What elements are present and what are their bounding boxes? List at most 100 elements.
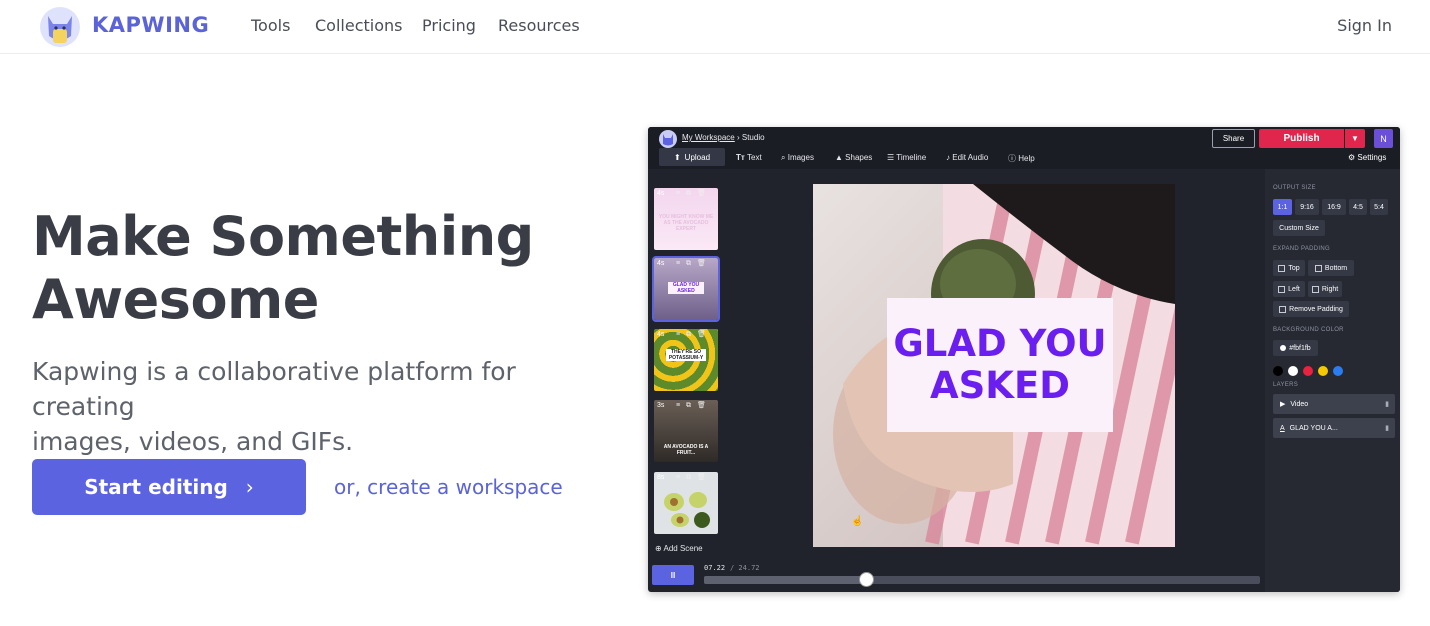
padding-top-checkbox[interactable]: Top <box>1273 260 1305 276</box>
help-icon: ⓘ <box>1008 154 1016 163</box>
layer-item-video[interactable]: ▶ Video ▮ <box>1273 394 1395 414</box>
sign-in-link[interactable]: Sign In <box>1337 16 1392 35</box>
caption-text-box[interactable]: GLAD YOU ASKED <box>887 298 1113 432</box>
music-icon: ♪ <box>946 153 950 162</box>
color-swatch-blue[interactable] <box>1333 366 1343 376</box>
tool-label: Shapes <box>845 153 873 162</box>
start-editing-label: Start editing <box>84 475 228 499</box>
tool-text[interactable]: Tт Text <box>736 153 762 162</box>
nav-link-tools[interactable]: Tools <box>251 16 290 35</box>
scene-actions-icon[interactable]: ≡ ⧉ 🗑 <box>676 473 708 482</box>
text-icon: Tт <box>736 153 745 162</box>
size-option-9-16[interactable]: 9:16 <box>1295 199 1319 215</box>
tool-label: Text <box>747 153 762 162</box>
scene-actions-icon[interactable]: ≡ ⧉ 🗑 <box>676 259 708 268</box>
upload-button[interactable]: ⬆ Upload <box>659 148 725 166</box>
search-icon: ⌕ <box>781 153 786 162</box>
nav-link-collections[interactable]: Collections <box>315 16 402 35</box>
layer-label: Video <box>1290 400 1309 408</box>
publish-button[interactable]: Publish <box>1259 129 1344 148</box>
checkbox-label: Remove Padding <box>1289 305 1343 313</box>
tool-edit-audio[interactable]: ♪ Edit Audio <box>946 153 988 162</box>
scene-duration: 4s <box>657 190 665 197</box>
scene-actions-icon[interactable]: ≡ ⧉ 🗑 <box>676 189 708 198</box>
share-button[interactable]: Share <box>1212 129 1255 148</box>
nav-link-pricing[interactable]: Pricing <box>422 16 476 35</box>
start-editing-button[interactable]: Start editing › <box>32 459 306 515</box>
upload-icon: ⬆ <box>673 152 681 162</box>
background-color-heading: BACKGROUND COLOR <box>1273 327 1344 333</box>
create-workspace-link[interactable]: or, create a workspace <box>334 475 563 499</box>
upload-label: Upload <box>684 152 711 162</box>
scene-duration: 4s <box>657 260 665 267</box>
size-option-1-1[interactable]: 1:1 <box>1273 199 1292 215</box>
add-scene-button[interactable]: ⊕ Add Scene <box>655 544 703 553</box>
size-option-5-4[interactable]: 5:4 <box>1370 199 1388 215</box>
trash-icon[interactable]: ▮ <box>1385 424 1389 432</box>
text-layer-icon: A <box>1280 424 1285 432</box>
hero-subtitle-line: Kapwing is a collaborative platform for … <box>32 357 516 421</box>
caption-line: GLAD YOU <box>893 322 1107 365</box>
trash-icon[interactable]: ▮ <box>1385 400 1389 408</box>
size-option-16-9[interactable]: 16:9 <box>1322 199 1346 215</box>
layers-heading: LAYERS <box>1273 382 1299 388</box>
play-icon: ▶ <box>1280 401 1286 408</box>
user-avatar[interactable]: N <box>1374 129 1393 148</box>
breadcrumb-workspace[interactable]: My Workspace <box>682 133 735 142</box>
color-swatch-black[interactable] <box>1273 366 1283 376</box>
scene-duration: 8s <box>657 474 665 481</box>
gear-icon: ⚙ <box>1348 153 1356 162</box>
chevron-down-icon[interactable]: ▼ <box>1345 129 1365 148</box>
custom-size-button[interactable]: Custom Size <box>1273 220 1325 236</box>
hero-subtitle-line: images, videos, and GIFs. <box>32 427 354 456</box>
tool-label: Timeline <box>896 153 927 162</box>
scene-duration: 3s <box>657 402 665 409</box>
output-size-heading: OUTPUT SIZE <box>1273 185 1316 191</box>
pause-button[interactable]: II <box>652 565 694 585</box>
color-swatch-red[interactable] <box>1303 366 1313 376</box>
editor-canvas[interactable]: GLAD YOU ASKED ☝ <box>813 184 1175 547</box>
tool-help[interactable]: ⓘ Help <box>1008 153 1035 164</box>
color-swatch-white[interactable] <box>1288 366 1298 376</box>
tool-shapes[interactable]: ▲ Shapes <box>835 153 872 162</box>
tool-label: Edit Audio <box>952 153 989 162</box>
scene-caption: YOU MIGHT KNOW ME AS THE AVOCADO EXPERT <box>658 214 714 232</box>
scene-actions-icon[interactable]: ≡ ⧉ 🗑 <box>676 330 708 339</box>
kapwing-logo-icon[interactable] <box>38 6 82 48</box>
scene-caption: GLAD YOU ASKED <box>668 282 704 294</box>
breadcrumb: My Workspace › Studio <box>682 133 765 142</box>
padding-left-checkbox[interactable]: Left <box>1273 281 1305 297</box>
brand-name[interactable]: KAPWING <box>92 13 209 37</box>
scrubber-handle[interactable] <box>859 572 875 587</box>
checkbox-icon <box>1278 285 1286 293</box>
tool-images[interactable]: ⌕ Images <box>781 153 814 163</box>
hero-title-line: Make Something <box>32 205 534 268</box>
size-option-4-5[interactable]: 4:5 <box>1349 199 1367 215</box>
scene-thumbnail[interactable]: 4s ≡ ⧉ 🗑 YOU MIGHT KNOW ME AS THE AVOCAD… <box>654 188 718 250</box>
timeline-scrubber[interactable] <box>704 576 1260 584</box>
scene-thumbnail[interactable]: 4s ≡ ⧉ 🗑 THEY'RE SO POTASSIUM-Y <box>654 329 718 391</box>
nav-link-resources[interactable]: Resources <box>498 16 580 35</box>
background-color-picker[interactable]: #fbf1fb <box>1273 340 1318 356</box>
scene-thumbnail[interactable]: 4s ≡ ⧉ 🗑 GLAD YOU ASKED <box>652 256 720 322</box>
tool-timeline[interactable]: ☰ Timeline <box>887 153 926 162</box>
plus-circle-icon: ⊕ <box>655 544 662 553</box>
padding-bottom-checkbox[interactable]: Bottom <box>1308 260 1354 276</box>
color-swatch-yellow[interactable] <box>1318 366 1328 376</box>
timeline-progress <box>704 576 867 584</box>
checkbox-icon <box>1311 285 1319 293</box>
settings-button[interactable]: ⚙ Settings <box>1348 153 1386 162</box>
padding-right-checkbox[interactable]: Right <box>1308 281 1342 297</box>
checkbox-label: Left <box>1288 285 1300 293</box>
background-color-value: #fbf1fb <box>1289 344 1311 352</box>
remove-padding-checkbox[interactable]: Remove Padding <box>1273 301 1349 317</box>
breadcrumb-separator: › <box>734 133 742 142</box>
scene-thumbnail[interactable]: 8s ≡ ⧉ 🗑 <box>654 472 718 534</box>
workspace-avatar[interactable] <box>659 130 677 148</box>
scene-thumbnail[interactable]: 3s ≡ ⧉ 🗑 AN AVOCADO IS A FRUIT... <box>654 400 718 462</box>
tool-label: Help <box>1018 154 1035 163</box>
tool-label: Images <box>787 153 814 162</box>
layer-item-text[interactable]: A GLAD YOU A... ▮ <box>1273 418 1395 438</box>
total-time: / 24.72 <box>730 564 760 572</box>
scene-actions-icon[interactable]: ≡ ⧉ 🗑 <box>676 401 708 410</box>
